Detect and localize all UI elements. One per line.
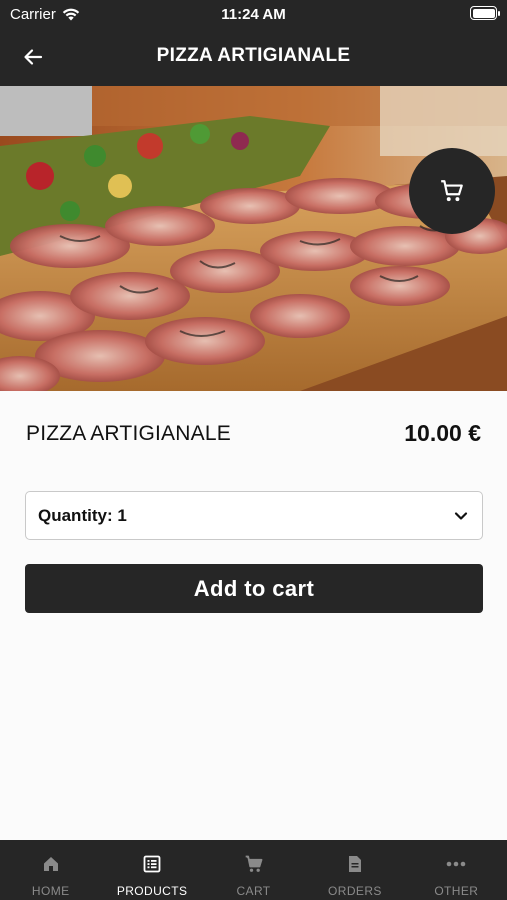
list-icon (141, 853, 163, 875)
clock: 11:24 AM (221, 6, 286, 23)
cart-button[interactable] (409, 148, 495, 234)
status-bar: Carrier 11:24 AM (0, 0, 507, 28)
tab-label: CART (236, 884, 271, 898)
tab-label: ORDERS (328, 884, 382, 898)
product-price: 10.00 € (404, 420, 481, 446)
product-image-carousel[interactable] (0, 86, 507, 391)
quantity-select[interactable]: Quantity: 1 (25, 491, 483, 540)
chevron-down-icon (454, 512, 468, 520)
tab-label: OTHER (434, 884, 479, 898)
tab-orders[interactable]: ORDERS (304, 840, 405, 900)
tab-label: HOME (31, 884, 70, 898)
nav-bar: PIZZA ARTIGIANALE (0, 28, 507, 86)
cart-icon (441, 180, 463, 202)
battery-icon (470, 6, 500, 20)
add-to-cart-button[interactable]: Add to cart (25, 564, 483, 613)
cart-icon (243, 853, 265, 875)
tab-label: PRODUCTS (116, 884, 188, 898)
product-name: PIZZA ARTIGIANALE (26, 422, 231, 445)
tab-bar: HOME PRODUCTS CART ORDERS OTHER (0, 840, 507, 900)
product-image (0, 86, 507, 391)
tab-products[interactable]: PRODUCTS (101, 840, 202, 900)
tab-home[interactable]: HOME (0, 840, 101, 900)
tab-other[interactable]: OTHER (406, 840, 507, 900)
page-title: PIZZA ARTIGIANALE (156, 45, 351, 66)
document-icon (344, 853, 366, 875)
home-icon (40, 853, 62, 875)
quantity-label: Quantity: 1 (38, 506, 127, 525)
more-icon (445, 853, 467, 875)
tab-cart[interactable]: CART (203, 840, 304, 900)
